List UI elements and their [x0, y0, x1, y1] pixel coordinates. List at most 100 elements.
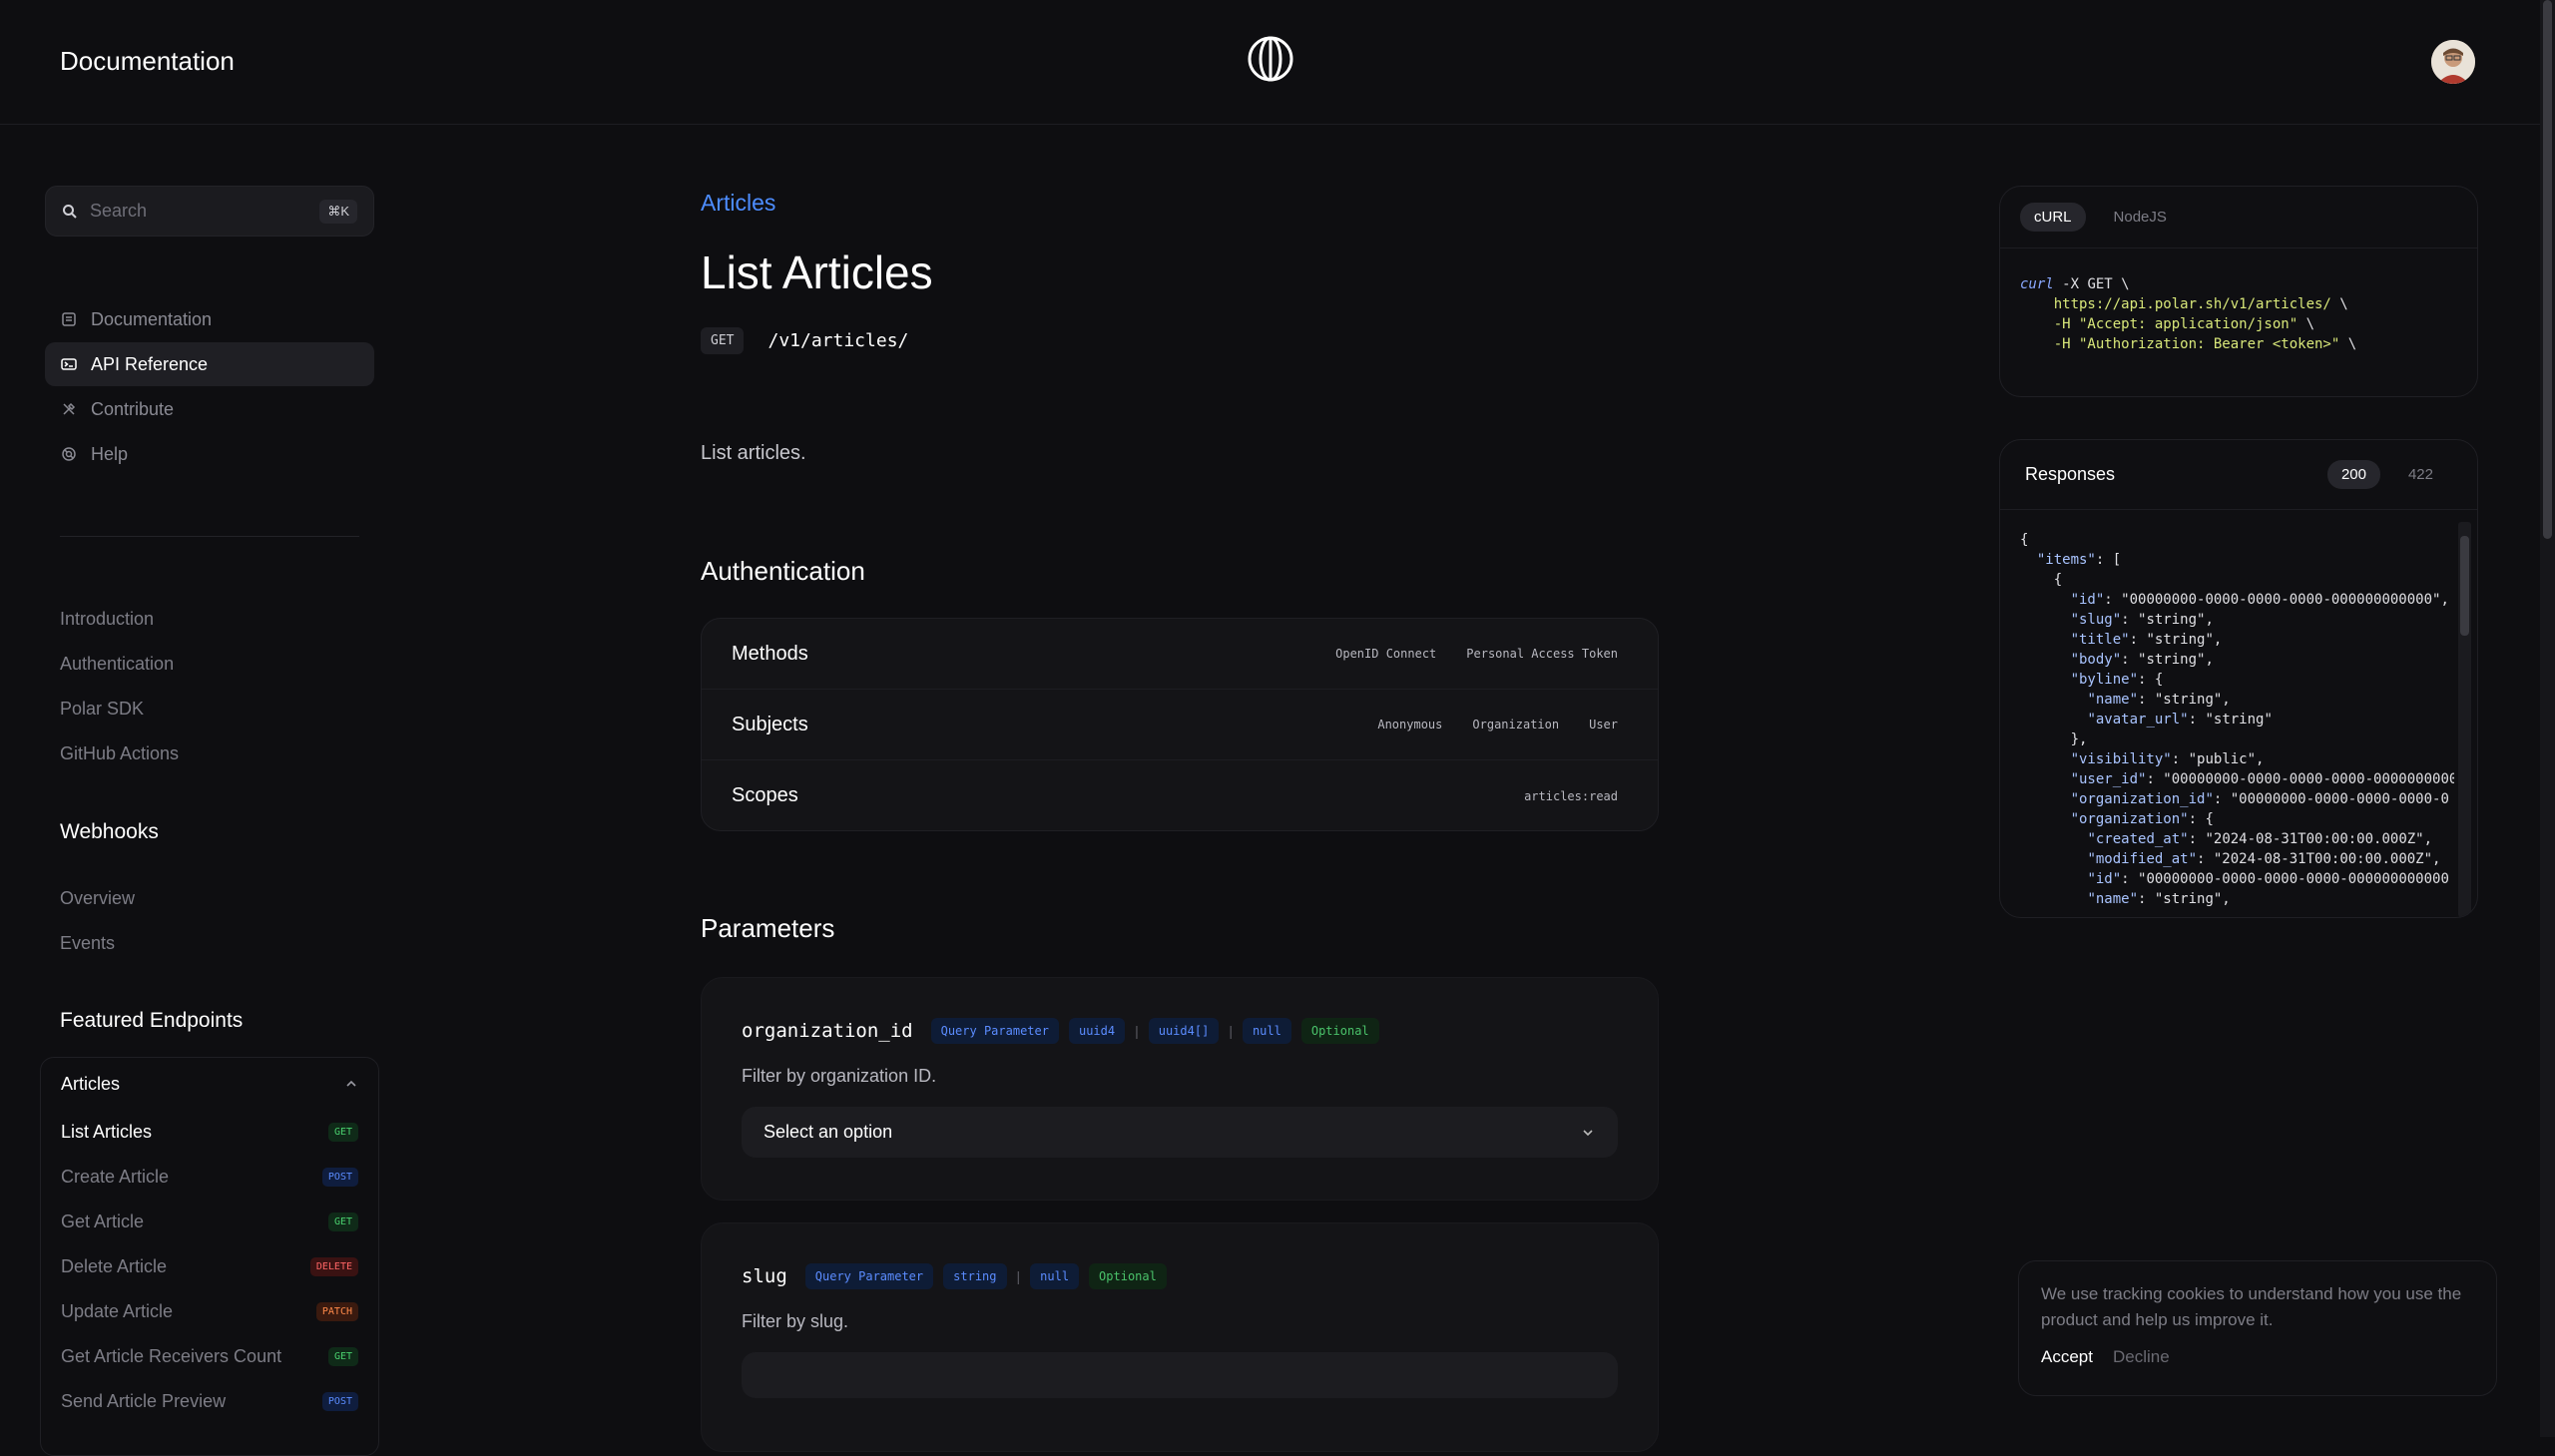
sidebar-main-nav: Documentation API Reference Contribute H… — [45, 297, 374, 477]
code-tabs: cURL NodeJS — [2000, 187, 2477, 248]
sidebar-link-github-actions[interactable]: GitHub Actions — [60, 731, 179, 776]
responses-panel: Responses 200 422 { "items": [ { "id": "… — [1999, 439, 2478, 918]
tab-curl[interactable]: cURL — [2020, 203, 2086, 232]
json-line: "name": "string", — [2087, 692, 2231, 708]
method-badge: DELETE — [309, 1257, 358, 1276]
responses-scrollbar[interactable] — [2458, 522, 2471, 917]
polar-logo-icon[interactable] — [1247, 35, 1294, 83]
sidebar-sub-nav: Introduction Authentication Polar SDK Gi… — [60, 597, 179, 776]
endpoint-label: Update Article — [61, 1301, 174, 1321]
search-placeholder: Search — [90, 201, 148, 221]
decline-button[interactable]: Decline — [2113, 1347, 2170, 1367]
cookie-message: We use tracking cookies to understand ho… — [2041, 1284, 2462, 1329]
method-badge: POST — [321, 1392, 358, 1411]
sidebar-link-events[interactable]: Events — [60, 921, 135, 966]
status-tab-200[interactable]: 200 — [2326, 460, 2380, 489]
top-bar: Documentation — [0, 0, 2540, 125]
json-line: "organization_id": "00000000-0000-0000-0… — [2070, 791, 2449, 807]
endpoint-path: /v1/articles/ — [767, 330, 909, 351]
json-line: "modified_at": "2024-08-31T00:00:00.000Z… — [2087, 851, 2441, 867]
endpoint-label: Get Article Receivers Count — [61, 1346, 282, 1366]
auth-value: User — [1589, 718, 1618, 731]
param-type-tag: uuid4 — [1068, 1018, 1126, 1044]
param-slug: slug Query Parameter string | null Optio… — [701, 1222, 1659, 1452]
json-line: "id": "00000000-0000-0000-0000-000000000… — [2070, 592, 2449, 608]
sidebar-divider — [60, 536, 359, 537]
param-location-tag: Query Parameter — [930, 1018, 1059, 1044]
sidebar-item-api-reference[interactable]: API Reference — [45, 342, 374, 386]
sidebar-item-contribute[interactable]: Contribute — [45, 387, 374, 431]
auth-value: Organization — [1472, 718, 1560, 731]
auth-value: articles:read — [1524, 788, 1618, 803]
sidebar-link-polar-sdk[interactable]: Polar SDK — [60, 687, 179, 731]
header-title[interactable]: Documentation — [60, 46, 235, 77]
param-name: slug — [742, 1265, 787, 1287]
featured-endpoints-title: Featured Endpoints — [60, 1009, 244, 1032]
select-value: Select an option — [764, 1122, 893, 1142]
book-icon — [62, 312, 76, 326]
json-line: "organization": { — [2070, 811, 2214, 827]
parameters-heading: Parameters — [701, 913, 835, 943]
param-header: slug Query Parameter string | null Optio… — [742, 1263, 1618, 1289]
sidebar-item-help[interactable]: Help — [45, 432, 374, 476]
search-input[interactable]: Search ⌘K — [45, 186, 374, 237]
method-badge: GET — [327, 1347, 358, 1366]
endpoint-description: List articles. — [701, 442, 806, 464]
json-line: "name": "string", — [2087, 891, 2231, 907]
endpoint-create-article[interactable]: Create Article POST — [61, 1155, 358, 1200]
slug-input[interactable] — [742, 1352, 1618, 1398]
webhooks-nav: Overview Events — [60, 876, 135, 966]
type-separator: | — [1135, 1023, 1139, 1039]
endpoint-get-article[interactable]: Get Article GET — [61, 1200, 358, 1244]
json-line: }, — [2020, 731, 2088, 747]
param-optional-tag: Optional — [1089, 1263, 1167, 1289]
endpoint-list-articles[interactable]: List Articles GET — [61, 1110, 358, 1155]
terminal-icon — [61, 358, 77, 370]
method-badge: GET — [327, 1213, 358, 1231]
json-line: "slug": "string", — [2070, 612, 2214, 628]
sidebar-link-introduction[interactable]: Introduction — [60, 597, 179, 642]
json-line: "visibility": "public", — [2070, 751, 2265, 767]
auth-values: articles:read — [1524, 789, 1618, 803]
endpoint-send-article-preview[interactable]: Send Article Preview POST — [61, 1379, 358, 1424]
endpoint-update-article[interactable]: Update Article PATCH — [61, 1289, 358, 1334]
page-scrollbar[interactable] — [2540, 0, 2555, 1437]
sidebar-item-label: API Reference — [91, 353, 209, 374]
tab-nodejs[interactable]: NodeJS — [2100, 203, 2181, 232]
status-code-tabs: 200 422 — [2326, 460, 2447, 489]
endpoint-label: List Articles — [61, 1122, 153, 1142]
articles-group-label: Articles — [61, 1073, 121, 1094]
organization-id-select[interactable]: Select an option — [742, 1107, 1618, 1158]
http-method-badge: GET — [701, 327, 745, 354]
articles-group-header[interactable]: Articles — [61, 1058, 358, 1110]
chevron-up-icon — [346, 1080, 356, 1087]
endpoint-label: Get Article — [61, 1212, 145, 1231]
endpoint-row: GET /v1/articles/ — [701, 327, 908, 354]
avatar[interactable] — [2431, 40, 2475, 84]
search-icon — [63, 204, 77, 219]
breadcrumb[interactable]: Articles — [701, 190, 775, 217]
sidebar-item-label: Documentation — [91, 308, 213, 329]
search-shortcut: ⌘K — [319, 199, 357, 224]
auth-row-methods: Methods OpenID Connect Personal Access T… — [702, 619, 1658, 690]
responses-title: Responses — [2025, 464, 2116, 484]
chevron-down-icon — [1583, 1129, 1593, 1136]
sidebar-link-overview[interactable]: Overview — [60, 876, 135, 921]
json-line: "body": "string", — [2070, 652, 2214, 668]
endpoint-get-article-receivers-count[interactable]: Get Article Receivers Count GET — [61, 1334, 358, 1379]
json-line: "title": "string", — [2070, 632, 2223, 648]
param-type-tag: string — [943, 1263, 1007, 1289]
sidebar-link-authentication[interactable]: Authentication — [60, 642, 179, 687]
auth-value: Anonymous — [1377, 718, 1443, 731]
endpoint-label: Create Article — [61, 1167, 170, 1187]
accept-button[interactable]: Accept — [2041, 1347, 2093, 1367]
type-separator: | — [1229, 1023, 1233, 1039]
status-tab-422[interactable]: 422 — [2394, 460, 2447, 489]
code-line: -H "Authorization: Bearer <token>" \ — [2020, 336, 2357, 352]
endpoint-delete-article[interactable]: Delete Article DELETE — [61, 1244, 358, 1289]
json-line: "created_at": "2024-08-31T00:00:00.000Z"… — [2087, 831, 2433, 847]
responses-header: Responses 200 422 — [2000, 440, 2477, 510]
sidebar-item-documentation[interactable]: Documentation — [45, 297, 374, 341]
auth-label: Methods — [732, 642, 808, 665]
param-description: Filter by organization ID. — [742, 1066, 937, 1086]
